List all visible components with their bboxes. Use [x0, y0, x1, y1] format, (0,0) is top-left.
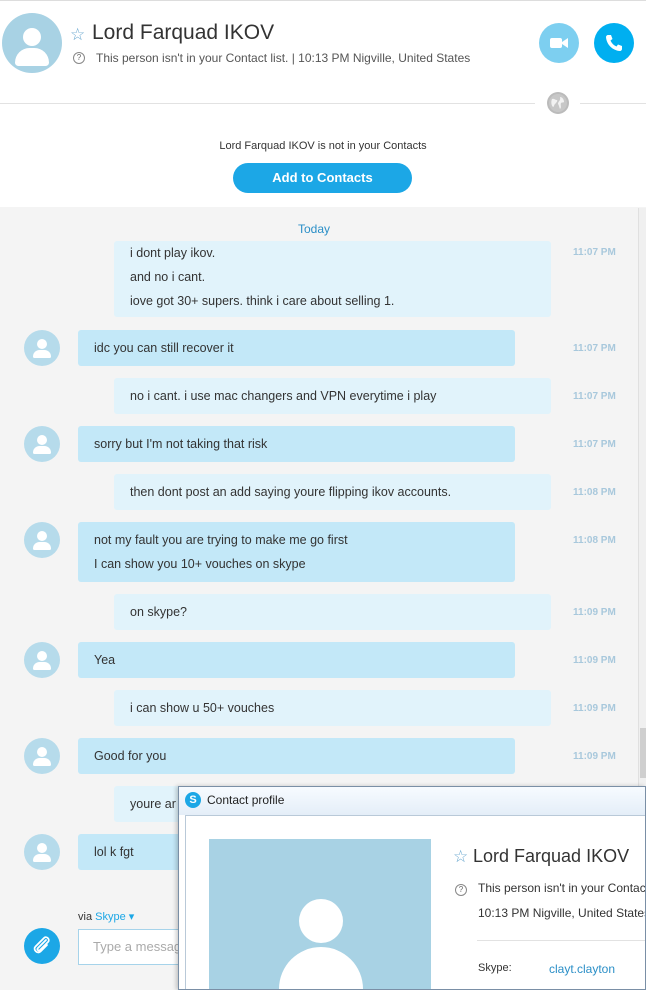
audio-call-button[interactable] — [594, 23, 634, 63]
photo-head — [299, 899, 343, 943]
skype-logo-icon: S — [185, 792, 201, 808]
avatar-body — [33, 662, 51, 670]
message-line: i dont play ikov. — [130, 246, 216, 260]
message-line: no i cant. i use mac changers and VPN ev… — [130, 389, 437, 403]
incoming-message[interactable]: not my fault you are trying to make me g… — [78, 522, 515, 582]
profile-skype-label: Skype: — [478, 962, 512, 974]
sender-avatar[interactable] — [24, 522, 60, 558]
incoming-message[interactable]: Yea — [78, 642, 515, 678]
avatar-head — [37, 843, 47, 853]
sender-avatar[interactable] — [24, 834, 60, 870]
contact-profile-window[interactable]: S Contact profile ☆ Lord Farquad IKOV ? … — [178, 786, 646, 990]
outgoing-message[interactable]: i can show u 50+ vouches — [114, 690, 551, 726]
chat-header: ☆ Lord Farquad IKOV ? This person isn't … — [0, 0, 646, 114]
via-label: via — [78, 911, 93, 923]
contact-name[interactable]: Lord Farquad IKOV — [92, 21, 274, 45]
info-icon: ? — [73, 52, 85, 64]
avatar-body — [33, 350, 51, 358]
video-camera-icon — [550, 38, 568, 48]
outgoing-message[interactable]: on skype? — [114, 594, 551, 630]
profile-skype-name[interactable]: clayt.clayton — [549, 962, 615, 976]
via-service-selector[interactable]: via Skype ▾ — [78, 910, 134, 923]
profile-photo — [209, 839, 431, 989]
message-timestamp: 11:08 PM — [573, 487, 616, 498]
message-timestamp: 11:07 PM — [573, 391, 616, 402]
day-separator: Today — [297, 222, 331, 236]
outgoing-message[interactable]: then dont post an add saying youre flipp… — [114, 474, 551, 510]
phone-icon — [606, 35, 622, 51]
video-call-button[interactable] — [539, 23, 579, 63]
avatar-body — [33, 542, 51, 550]
message-timestamp: 11:07 PM — [573, 247, 616, 258]
profile-info-icon: ? — [455, 884, 467, 896]
avatar-body — [33, 446, 51, 454]
message-timestamp: 11:08 PM — [573, 535, 616, 546]
incoming-message[interactable]: idc you can still recover it — [78, 330, 515, 366]
profile-status: This person isn't in your Contact list. — [478, 881, 646, 895]
message-line: iove got 30+ supers. think i care about … — [130, 294, 395, 308]
message-line: on skype? — [130, 605, 187, 619]
message-line: I can show you 10+ vouches on skype — [94, 557, 306, 571]
add-to-contacts-button[interactable]: Add to Contacts — [233, 163, 412, 193]
sender-avatar[interactable] — [24, 738, 60, 774]
avatar-body — [15, 48, 49, 66]
contact-status: This person isn't in your Contact list. … — [96, 51, 471, 65]
avatar-body — [33, 854, 51, 862]
paperclip-icon — [33, 936, 50, 954]
profile-title-bar[interactable]: S Contact profile — [179, 787, 645, 815]
message-line: idc you can still recover it — [94, 341, 234, 355]
globe-icon[interactable] — [547, 92, 569, 114]
message-line: then dont post an add saying youre flipp… — [130, 485, 452, 499]
contact-avatar[interactable] — [2, 13, 62, 73]
sender-avatar[interactable] — [24, 330, 60, 366]
avatar-head — [37, 747, 47, 757]
message-line: Good for you — [94, 749, 167, 763]
photo-body — [279, 947, 363, 989]
avatar-head — [37, 651, 47, 661]
outgoing-message[interactable]: i dont play ikov. and no i cant. iove got … — [114, 241, 551, 317]
message-line: i can show u 50+ vouches — [130, 701, 275, 715]
globe-shape — [549, 94, 567, 112]
profile-favorite-star-icon[interactable]: ☆ — [453, 847, 468, 867]
message-line: and no i cant. — [130, 270, 206, 284]
sender-avatar[interactable] — [24, 642, 60, 678]
header-divider-left — [0, 103, 535, 104]
avatar-head — [37, 339, 47, 349]
message-line: sorry but I'm not taking that risk — [94, 437, 268, 451]
profile-name: Lord Farquad IKOV — [473, 846, 630, 866]
conversation-scrollbar[interactable] — [638, 208, 646, 788]
incoming-message[interactable]: sorry but I'm not taking that risk — [78, 426, 515, 462]
message-timestamp: 11:09 PM — [573, 655, 616, 666]
message-timestamp: 11:09 PM — [573, 751, 616, 762]
outgoing-message[interactable]: no i cant. i use mac changers and VPN ev… — [114, 378, 551, 414]
header-divider-right — [580, 103, 646, 104]
profile-window-title: Contact profile — [207, 793, 285, 807]
favorite-star-icon[interactable]: ☆ — [70, 26, 85, 43]
sender-avatar[interactable] — [24, 426, 60, 462]
message-line: not my fault you are trying to make me g… — [94, 533, 348, 547]
message-line: Yea — [94, 653, 116, 667]
avatar-head — [23, 28, 41, 46]
incoming-message[interactable]: Good for you — [78, 738, 515, 774]
scrollbar-thumb[interactable] — [640, 728, 646, 778]
message-timestamp: 11:09 PM — [573, 607, 616, 618]
attach-button[interactable] — [24, 928, 60, 964]
avatar-head — [37, 435, 47, 445]
message-timestamp: 11:07 PM — [573, 439, 616, 450]
message-timestamp: 11:09 PM — [573, 703, 616, 714]
avatar-body — [33, 758, 51, 766]
avatar-head — [37, 531, 47, 541]
via-service[interactable]: Skype ▾ — [95, 911, 134, 923]
message-timestamp: 11:07 PM — [573, 343, 616, 354]
not-in-contacts-notice: Lord Farquad IKOV is not in your Contact… — [219, 140, 427, 152]
profile-divider — [477, 940, 645, 941]
profile-local-time: 10:13 PM Nigville, United States — [478, 906, 646, 920]
